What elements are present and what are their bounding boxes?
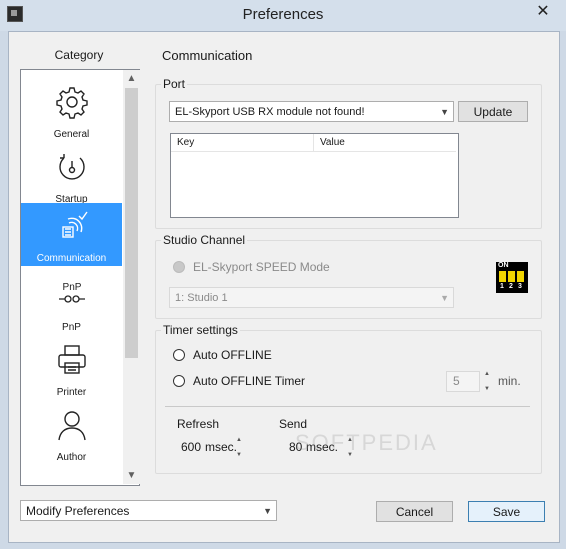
- dip-switch-3: [517, 271, 524, 282]
- profile-select-value: Modify Preferences: [26, 503, 130, 518]
- port-group-title: Port: [161, 77, 188, 91]
- category-label: PnP: [62, 322, 81, 333]
- studio-channel-value: 1: Studio 1: [175, 291, 228, 304]
- stepper-up-icon[interactable]: ▲: [236, 437, 242, 443]
- dip-number: 1: [500, 283, 504, 290]
- auto-offline-radio[interactable]: [173, 349, 185, 361]
- chevron-down-icon: ▼: [440, 292, 449, 303]
- refresh-stepper[interactable]: ▲ ▼: [234, 437, 244, 458]
- communication-icon: [62, 211, 88, 238]
- timer-divider: [165, 406, 530, 407]
- profile-select[interactable]: Modify Preferences ▼: [20, 500, 277, 521]
- category-label: Printer: [56, 387, 87, 398]
- send-label: Send: [279, 417, 308, 431]
- category-item-general[interactable]: General: [21, 77, 122, 142]
- auto-offline-timer-label: Auto OFFLINE Timer: [193, 374, 306, 388]
- section-title: Communication: [162, 48, 253, 63]
- port-info-table[interactable]: Key Value: [170, 133, 459, 218]
- category-list[interactable]: General Startup Communication PnP PnP Pr…: [20, 69, 140, 486]
- chevron-down-icon: ▼: [263, 505, 272, 516]
- category-item-pnp[interactable]: PnP PnP: [21, 270, 122, 335]
- timer-unit-label: min.: [498, 374, 521, 388]
- studio-channel-group-title: Studio Channel: [161, 233, 248, 247]
- gear-icon: [56, 87, 88, 119]
- refresh-value[interactable]: 600: [181, 440, 201, 454]
- pnp-icon: PnP: [59, 282, 85, 303]
- scrollbar-thumb[interactable]: [125, 88, 138, 358]
- partial-icon: [55, 474, 89, 486]
- port-select-value: EL-Skyport USB RX module not found!: [175, 105, 365, 118]
- category-label: Author: [56, 452, 87, 463]
- dip-on-label: ON: [498, 262, 509, 269]
- table-header-key[interactable]: Key: [171, 134, 314, 152]
- category-item-author[interactable]: Author: [21, 400, 122, 465]
- timer-minutes-input[interactable]: 5: [446, 371, 480, 392]
- svg-text:PnP: PnP: [63, 282, 82, 293]
- startup-icon: [59, 154, 85, 180]
- dip-number: 2: [509, 283, 513, 290]
- category-item-startup[interactable]: Startup: [21, 142, 122, 207]
- timer-settings-group-title: Timer settings: [161, 323, 240, 337]
- category-label: Communication: [36, 253, 107, 264]
- author-icon: [58, 411, 86, 441]
- category-item-partial[interactable]: [21, 466, 122, 486]
- scroll-up-icon[interactable]: ▲: [123, 70, 140, 87]
- refresh-label: Refresh: [177, 417, 220, 431]
- studio-channel-select[interactable]: 1: Studio 1 ▼: [169, 287, 454, 308]
- watermark: SOFTPEDIA: [295, 430, 438, 455]
- dip-switch-1: [499, 271, 506, 282]
- dip-switch-2: [508, 271, 515, 282]
- printer-icon: [58, 345, 86, 374]
- cancel-button[interactable]: Cancel: [376, 501, 453, 522]
- table-header-value[interactable]: Value: [314, 134, 456, 152]
- category-item-communication[interactable]: Communication: [21, 203, 122, 266]
- column-divider: [313, 134, 314, 152]
- auto-offline-label: Auto OFFLINE: [193, 348, 272, 362]
- port-select[interactable]: EL-Skyport USB RX module not found! ▼: [169, 101, 454, 122]
- category-header: Category: [54, 48, 104, 62]
- save-button[interactable]: Save: [468, 501, 545, 522]
- stepper-down-icon[interactable]: ▼: [236, 452, 242, 458]
- window-title: Preferences: [242, 6, 324, 23]
- category-label: General: [53, 129, 90, 140]
- dip-number: 3: [518, 283, 522, 290]
- update-button[interactable]: Update: [458, 101, 528, 122]
- timer-minutes-stepper[interactable]: ▲ ▼: [482, 371, 492, 392]
- chevron-down-icon: ▼: [440, 106, 449, 117]
- refresh-unit: msec.: [205, 440, 238, 454]
- auto-offline-timer-radio[interactable]: [173, 375, 185, 387]
- speed-mode-label: EL-Skyport SPEED Mode: [193, 260, 330, 274]
- dip-switch-icon: ON 1 2 3: [496, 262, 528, 293]
- close-button[interactable]: ✕: [526, 1, 560, 22]
- speed-mode-radio[interactable]: [173, 261, 185, 273]
- stepper-up-icon[interactable]: ▲: [484, 371, 490, 377]
- stepper-down-icon[interactable]: ▼: [484, 386, 490, 392]
- category-item-printer[interactable]: Printer: [21, 335, 122, 400]
- scroll-down-icon[interactable]: ▼: [123, 467, 140, 484]
